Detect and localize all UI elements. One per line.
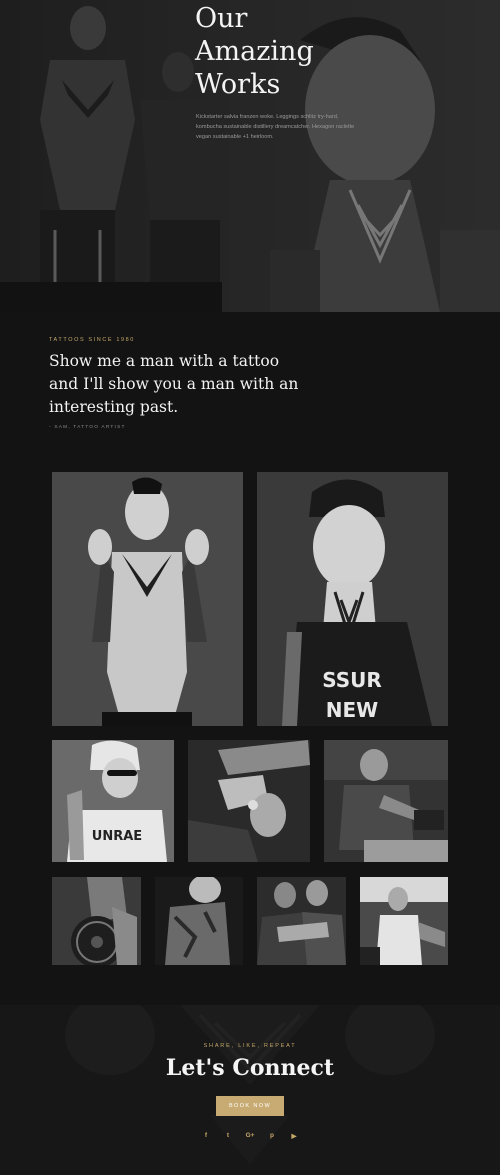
hero-title: Our Amazing Works [195,2,314,101]
quote-eyebrow: TATTOOS SINCE 1980 [49,337,135,343]
shirtless-tattooed-man-photo[interactable] [52,472,243,726]
social-links: f t G+ p ▶ [0,1131,500,1140]
svg-text:NEW: NEW [326,698,378,722]
photo-image [155,877,243,965]
man-in-cap-neck-tattoo-photo[interactable]: SSUR NEW [257,472,448,726]
photo-image [188,740,310,862]
photo-image [360,877,448,965]
book-now-button[interactable]: BOOK NOW [216,1096,284,1116]
photo-image: UNRAE [52,740,174,862]
tattooed-hands-ring-photo[interactable] [188,740,310,862]
svg-text:SSUR: SSUR [322,668,382,692]
photo-image [52,877,141,965]
hero-title-line: Our [195,3,248,34]
quote-text: Show me a man with a tattoo and I'll sho… [49,352,299,416]
quote-attribution: - SAM, TATTOO ARTIST [49,425,126,430]
hero-title-line: Amazing [195,36,314,67]
tattoo-artist-studio-photo[interactable] [360,877,448,965]
pinterest-icon[interactable]: p [268,1131,277,1140]
tattooed-arm-weight-plate-photo[interactable] [52,877,141,965]
connect-eyebrow: SHARE, LIKE, REPEAT [203,1043,297,1049]
couple-tattooed-arms-photo[interactable] [257,877,346,965]
connect-title: Let's Connect [165,1055,335,1081]
tattoo-artist-working-photo[interactable] [324,740,448,862]
photo-image [257,877,346,965]
woman-smoking-towel-photo[interactable]: UNRAE [52,740,174,862]
photo-image: SSUR NEW [257,472,448,726]
twitter-icon[interactable]: t [224,1131,233,1140]
connect-background-image [0,1005,500,1175]
tattooed-man-portrait-photo[interactable] [155,877,243,965]
google-plus-icon[interactable]: G+ [246,1131,255,1140]
hero-bottom-shade [0,282,222,312]
hero-section: Our Amazing Works Kickstarter salvia fra… [0,0,500,312]
facebook-icon[interactable]: f [202,1131,211,1140]
photo-image [324,740,448,862]
youtube-icon[interactable]: ▶ [290,1131,299,1140]
hero-description: Kickstarter salvia franzen woke. Legging… [196,114,355,140]
connect-section: SHARE, LIKE, REPEAT Let's Connect BOOK N… [0,1005,500,1175]
hero-title-line: Works [195,69,281,100]
photo-image [52,472,243,726]
quote-section: TATTOOS SINCE 1980 Show me a man with a … [0,312,500,462]
svg-text:UNRAE: UNRAE [92,829,142,844]
